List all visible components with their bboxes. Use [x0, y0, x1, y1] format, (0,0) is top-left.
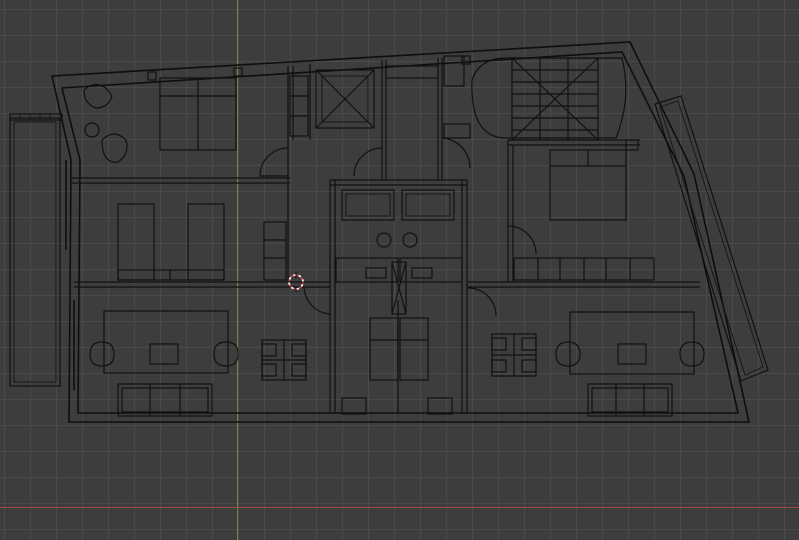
- right-balcony: [654, 95, 769, 382]
- right-bedroom-bed: [513, 139, 655, 281]
- left-dining-table: [261, 339, 307, 381]
- lounge-chairs: [83, 83, 128, 163]
- right-living-room: [555, 311, 705, 417]
- cad-viewport[interactable]: [0, 0, 799, 540]
- bedroom-bed-top-left: [159, 77, 237, 151]
- left-living-room: [89, 310, 239, 417]
- floor-plan: [9, 41, 769, 423]
- twin-beds: [117, 203, 225, 281]
- central-bathrooms: [335, 189, 463, 315]
- floor-plan-drawing: [0, 0, 799, 540]
- elevator-shaft: [315, 69, 375, 129]
- staircase: [471, 57, 627, 141]
- right-dining-table: [491, 333, 537, 377]
- central-storage: [341, 300, 453, 415]
- left-balcony: [9, 113, 63, 387]
